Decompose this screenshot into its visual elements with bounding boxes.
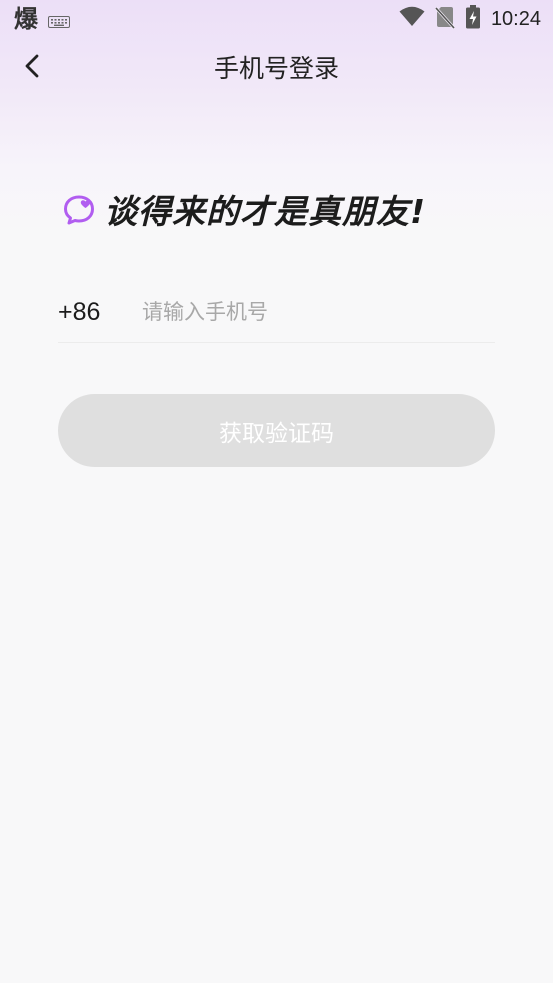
status-time: 10:24 [490,8,541,30]
app-notification-icon: 爆 [14,5,38,33]
nav-bar: 手机号登录 [0,40,553,98]
keyboard-icon [48,13,70,28]
status-bar: 爆 10:24 [0,0,553,38]
slogan-text: 谈得来的才是真朋友! [104,192,427,231]
get-verification-code-button[interactable]: 获取验证码 [58,394,495,467]
page-title: 手机号登录 [213,54,339,83]
chat-bubble-heart-icon [62,193,96,231]
phone-number-input[interactable] [142,292,482,332]
country-code[interactable]: +86 [58,297,142,327]
battery-charging-icon [465,5,481,33]
slogan: 谈得来的才是真朋友! [62,190,426,234]
phone-input-row: +86 [58,282,495,343]
wifi-icon [399,6,425,32]
no-sim-icon [434,5,456,33]
